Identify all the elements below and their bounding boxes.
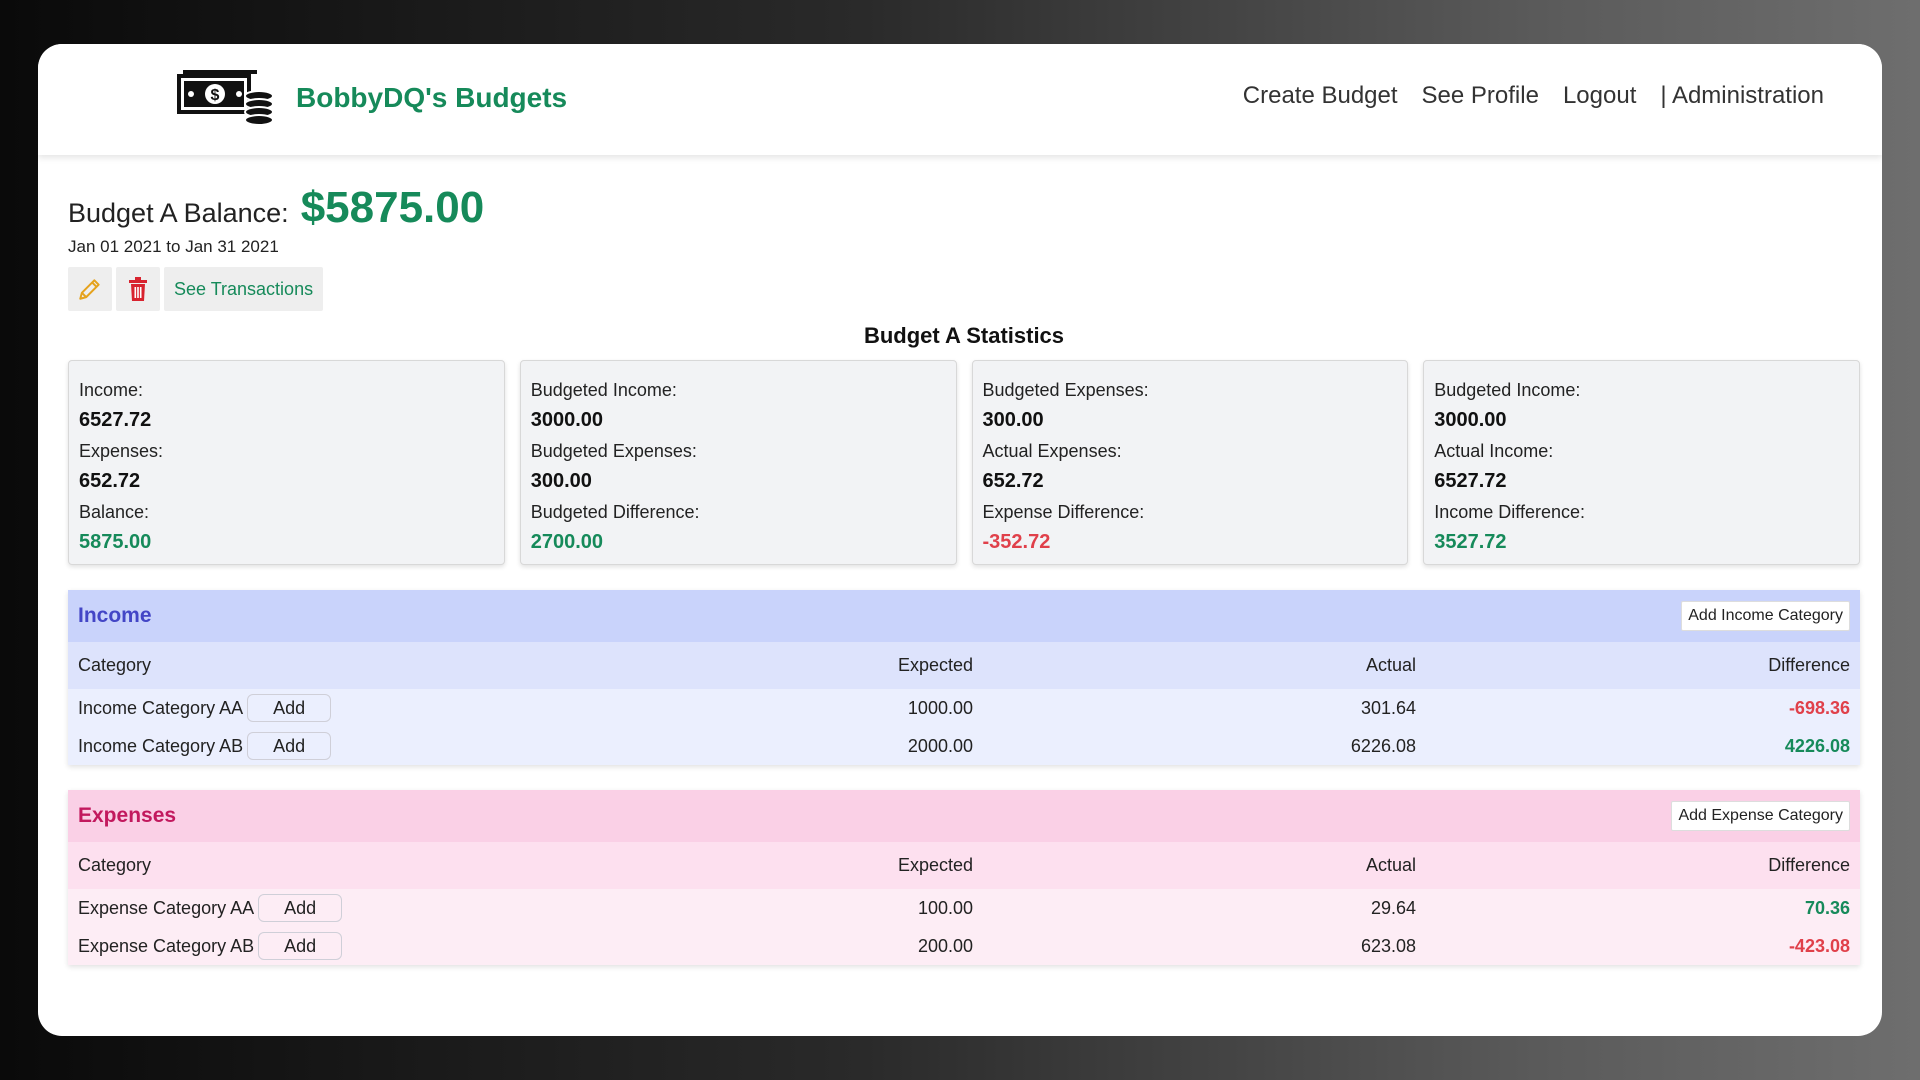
stat-value: 3527.72 <box>1434 531 1507 553</box>
stat-value: 652.72 <box>79 470 141 492</box>
category-name: Income Category AB <box>78 735 244 756</box>
col-difference: Difference <box>1768 655 1850 675</box>
brand-name[interactable]: BobbyDQ's Budgets <box>296 82 567 114</box>
income-title: Income <box>78 604 152 627</box>
edit-budget-button[interactable] <box>68 267 112 311</box>
nav-links: Create Budget See Profile Logout | Admin… <box>1243 82 1824 110</box>
category-cell: Expense Category AB Add <box>78 932 718 960</box>
navbar: $ BobbyDQ's Budgets Create Budget See Pr… <box>38 44 1882 155</box>
expected-cell: 2000.00 <box>907 735 973 756</box>
stat-value: 3000.00 <box>530 409 604 431</box>
nav-create-budget[interactable]: Create Budget <box>1243 82 1398 110</box>
actual-cell: 6226.08 <box>1350 735 1416 756</box>
add-button[interactable]: Add <box>247 732 332 760</box>
stat-card: Budgeted Expenses: 300.00 Actual Expense… <box>971 360 1409 565</box>
stat-label: Budgeted Difference: <box>530 502 700 522</box>
expenses-title: Expenses <box>78 804 177 827</box>
stats-title: Budget A Statistics <box>863 323 1065 348</box>
money-bill-coins-icon[interactable]: $ <box>175 68 275 128</box>
expected-cell: 100.00 <box>917 897 973 918</box>
add-button[interactable]: Add <box>258 932 343 960</box>
add-button[interactable]: Add <box>247 694 332 722</box>
stat-value: 6527.72 <box>1434 470 1507 492</box>
expected-cell: 200.00 <box>917 935 973 956</box>
table-row: Income Category AB Add 2000.00 6226.08 4… <box>68 727 1860 765</box>
expenses-table-header: Category Expected Actual Difference <box>68 842 1860 889</box>
main-content: Budget A Balance: $5875.00 Jan 01 2021 t… <box>68 155 1860 965</box>
stat-label: Budgeted Income: <box>530 380 677 400</box>
stat-label: Budgeted Expenses: <box>982 380 1149 400</box>
col-category: Category <box>78 655 152 675</box>
date-range: Jan 01 2021 to Jan 31 2021 <box>68 237 279 256</box>
col-expected: Expected <box>897 655 973 675</box>
col-category: Category <box>78 855 152 875</box>
stat-value: 3000.00 <box>1434 409 1507 431</box>
balance-row: Budget A Balance: $5875.00 <box>68 183 1860 233</box>
trash-icon <box>129 277 147 301</box>
stat-value: 300.00 <box>530 470 592 492</box>
stat-value: 6527.72 <box>79 409 152 431</box>
expenses-section: Expenses Add Expense Category Category E… <box>68 790 1860 965</box>
stat-label: Actual Expenses: <box>982 441 1122 461</box>
actual-cell: 301.64 <box>1360 697 1416 718</box>
income-header: Income Add Income Category <box>68 590 1860 642</box>
stat-value: 2700.00 <box>530 531 604 553</box>
balance-label: Budget A Balance: <box>68 198 289 228</box>
stat-label: Actual Income: <box>1434 441 1554 461</box>
col-actual: Actual <box>1365 855 1416 875</box>
delete-budget-button[interactable] <box>116 267 160 311</box>
stat-label: Income: <box>79 380 144 400</box>
income-table-body: Income Category AA Add 1000.00 301.64 -6… <box>68 689 1860 765</box>
actual-cell: 29.64 <box>1370 897 1416 918</box>
add-income-category-button[interactable]: Add Income Category <box>1681 601 1850 631</box>
table-row: Expense Category AA Add 100.00 29.64 70.… <box>68 889 1860 927</box>
stat-value: 652.72 <box>982 470 1044 492</box>
difference-cell: -423.08 <box>1788 935 1850 956</box>
category-cell: Expense Category AA Add <box>78 894 718 922</box>
stat-value: 300.00 <box>982 409 1044 431</box>
table-row: Income Category AA Add 1000.00 301.64 -6… <box>68 689 1860 727</box>
nav-see-profile[interactable]: See Profile <box>1422 82 1539 110</box>
stat-card: Income: 6527.72 Expenses: 652.72 Balance… <box>68 360 505 565</box>
income-section: Income Add Income Category Category Expe… <box>68 590 1860 765</box>
expenses-header: Expenses Add Expense Category <box>68 790 1860 842</box>
table-row: Expense Category AB Add 200.00 623.08 -4… <box>68 927 1860 965</box>
stat-label: Budgeted Income: <box>1434 380 1581 400</box>
col-difference: Difference <box>1768 855 1850 875</box>
balance-value: $5875.00 <box>300 183 485 232</box>
stat-label: Balance: <box>79 502 150 522</box>
app-window: $ BobbyDQ's Budgets Create Budget See Pr… <box>38 44 1882 1036</box>
category-name: Income Category AA <box>78 697 244 718</box>
stat-label: Budgeted Expenses: <box>530 441 697 461</box>
category-name: Expense Category AA <box>78 897 255 918</box>
svg-text:$: $ <box>211 87 220 104</box>
pencil-icon <box>79 279 100 300</box>
category-cell: Income Category AA Add <box>78 694 718 722</box>
expected-cell: 1000.00 <box>907 697 973 718</box>
stat-value: 5875.00 <box>79 531 152 553</box>
income-table-header: Category Expected Actual Difference <box>68 642 1860 689</box>
stats-cards: Income: 6527.72 Expenses: 652.72 Balance… <box>68 360 1860 565</box>
expenses-table-body: Expense Category AA Add 100.00 29.64 70.… <box>68 889 1860 965</box>
category-cell: Income Category AB Add <box>78 732 718 760</box>
stat-card: Budgeted Income: 3000.00 Actual Income: … <box>1423 360 1860 565</box>
nav-administration[interactable]: | Administration <box>1660 82 1824 110</box>
difference-cell: 4226.08 <box>1784 735 1850 756</box>
add-button[interactable]: Add <box>258 894 343 922</box>
stat-value: -352.72 <box>982 531 1051 553</box>
col-actual: Actual <box>1365 655 1416 675</box>
actual-cell: 623.08 <box>1360 935 1416 956</box>
see-transactions-button[interactable]: See Transactions <box>164 267 324 311</box>
nav-logout[interactable]: Logout <box>1563 82 1636 110</box>
category-name: Expense Category AB <box>78 935 255 956</box>
add-expense-category-button[interactable]: Add Expense Category <box>1671 801 1850 831</box>
stat-label: Expense Difference: <box>982 502 1145 522</box>
difference-cell: -698.36 <box>1788 697 1850 718</box>
stat-card: Budgeted Income: 3000.00 Budgeted Expens… <box>519 360 957 565</box>
stat-label: Income Difference: <box>1434 502 1585 522</box>
col-expected: Expected <box>897 855 973 875</box>
difference-cell: 70.36 <box>1804 897 1850 918</box>
stat-label: Expenses: <box>79 441 164 461</box>
budget-actions: See Transactions <box>68 267 1860 311</box>
